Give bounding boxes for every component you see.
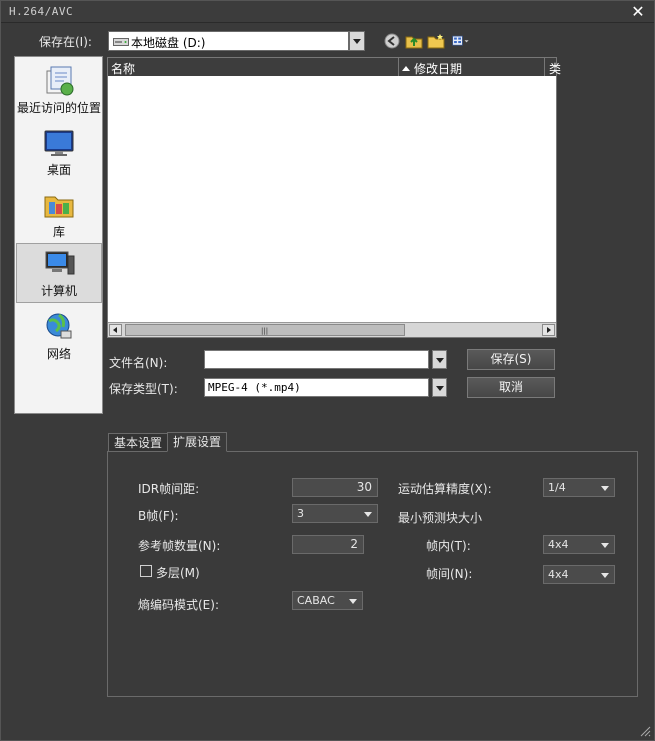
chevron-down-icon [349, 599, 357, 604]
file-type-select[interactable]: MPEG-4 (*.mp4) [204, 378, 429, 397]
multilayer-label: 多层(M) [156, 566, 200, 580]
column-name-header[interactable]: 名称 [111, 60, 135, 77]
cancel-button[interactable]: 取消 [467, 377, 555, 398]
reference-frames-label: 参考帧数量(N): [138, 539, 221, 553]
column-date-label: 修改日期 [414, 62, 463, 76]
inter-value: 4x4 [548, 568, 569, 581]
column-divider[interactable] [544, 58, 545, 76]
place-label: 桌面 [46, 163, 71, 177]
column-type-header[interactable]: 类 [549, 60, 561, 77]
save-in-label: 保存在(I): [39, 35, 92, 49]
chevron-down-icon [364, 512, 372, 517]
chevron-down-icon[interactable] [349, 31, 365, 51]
grip-icon: ||| [261, 327, 269, 335]
save-button[interactable]: 保存(S) [467, 349, 555, 370]
entropy-mode-label: 熵编码模式(E): [138, 598, 219, 612]
motion-precision-label: 运动估算精度(X): [398, 482, 492, 496]
bframe-value: 3 [297, 507, 304, 520]
scroll-right-icon[interactable] [542, 324, 555, 336]
column-date-header[interactable]: 修改日期 [402, 60, 462, 77]
chevron-down-icon [601, 543, 609, 548]
place-label: 库 [52, 225, 65, 239]
idr-interval-input[interactable]: 30 [292, 478, 378, 497]
file-type-value: MPEG-4 (*.mp4) [208, 381, 301, 394]
place-label: 计算机 [40, 284, 77, 298]
place-computer[interactable]: 计算机 [16, 243, 102, 303]
view-menu-icon[interactable] [452, 32, 470, 50]
chevron-down-icon [601, 573, 609, 578]
network-globe-icon [46, 313, 72, 339]
min-block-size-label: 最小预测块大小 [398, 511, 483, 525]
file-name-label: 文件名(N): [109, 356, 168, 370]
place-network[interactable]: 网络 [16, 307, 102, 367]
up-folder-icon[interactable] [405, 32, 423, 50]
scroll-thumb[interactable]: ||| [125, 324, 405, 336]
library-icon [44, 196, 74, 218]
drive-icon [113, 38, 129, 46]
place-desktop[interactable]: 桌面 [16, 123, 102, 183]
file-name-input[interactable] [204, 350, 429, 369]
intra-label: 帧内(T): [426, 539, 471, 553]
chevron-down-icon [601, 486, 609, 491]
multilayer-checkbox[interactable] [140, 565, 152, 577]
title-bar[interactable]: H.264/AVC ✕ [1, 1, 654, 23]
reference-frames-input[interactable]: 2 [292, 535, 364, 554]
save-dialog: H.264/AVC ✕ 保存在(I): 本地磁盘 (D:) 最近访问的位置 桌面… [0, 0, 655, 741]
intra-value: 4x4 [548, 538, 569, 551]
entropy-mode-value: CABAC [297, 594, 335, 607]
places-bar: 最近访问的位置 桌面 库 计算机 网络 [14, 56, 103, 414]
tab-extended-settings[interactable]: 扩展设置 [167, 432, 228, 452]
new-folder-icon[interactable] [427, 32, 445, 50]
recent-places-icon [46, 66, 74, 96]
sort-ascending-icon [402, 66, 410, 71]
computer-icon [45, 251, 75, 275]
scroll-left-icon[interactable] [109, 324, 122, 336]
entropy-mode-select[interactable]: CABAC [292, 591, 363, 610]
idr-interval-label: IDR帧间距: [138, 482, 200, 496]
place-library[interactable]: 库 [16, 185, 102, 245]
place-label: 网络 [46, 347, 71, 361]
motion-precision-value: 1/4 [548, 481, 566, 494]
back-icon[interactable] [383, 32, 401, 50]
chevron-down-icon[interactable] [432, 350, 447, 369]
file-list[interactable]: 名称 修改日期 类 ||| [107, 57, 561, 338]
intra-select[interactable]: 4x4 [543, 535, 615, 554]
save-in-combo[interactable]: 本地磁盘 (D:) [108, 31, 365, 51]
desktop-icon [44, 130, 74, 156]
column-divider[interactable] [398, 58, 399, 76]
close-icon[interactable]: ✕ [628, 2, 648, 22]
window-title: H.264/AVC [9, 5, 74, 18]
motion-precision-select[interactable]: 1/4 [543, 478, 615, 497]
resize-grip-icon[interactable] [639, 725, 651, 737]
inter-select[interactable]: 4x4 [543, 565, 615, 584]
chevron-down-icon[interactable] [432, 378, 447, 397]
place-recent[interactable]: 最近访问的位置 [16, 61, 102, 121]
tab-basic-settings[interactable]: 基本设置 [108, 433, 169, 453]
file-type-label: 保存类型(T): [109, 382, 178, 396]
horizontal-scrollbar[interactable]: ||| [108, 322, 556, 337]
bframe-label: B帧(F): [138, 509, 179, 523]
place-label: 最近访问的位置 [16, 101, 101, 115]
save-in-value: 本地磁盘 (D:) [131, 36, 206, 50]
bframe-select[interactable]: 3 [292, 504, 378, 523]
file-list-header: 名称 修改日期 类 [108, 58, 561, 77]
inter-label: 帧间(N): [426, 567, 473, 581]
